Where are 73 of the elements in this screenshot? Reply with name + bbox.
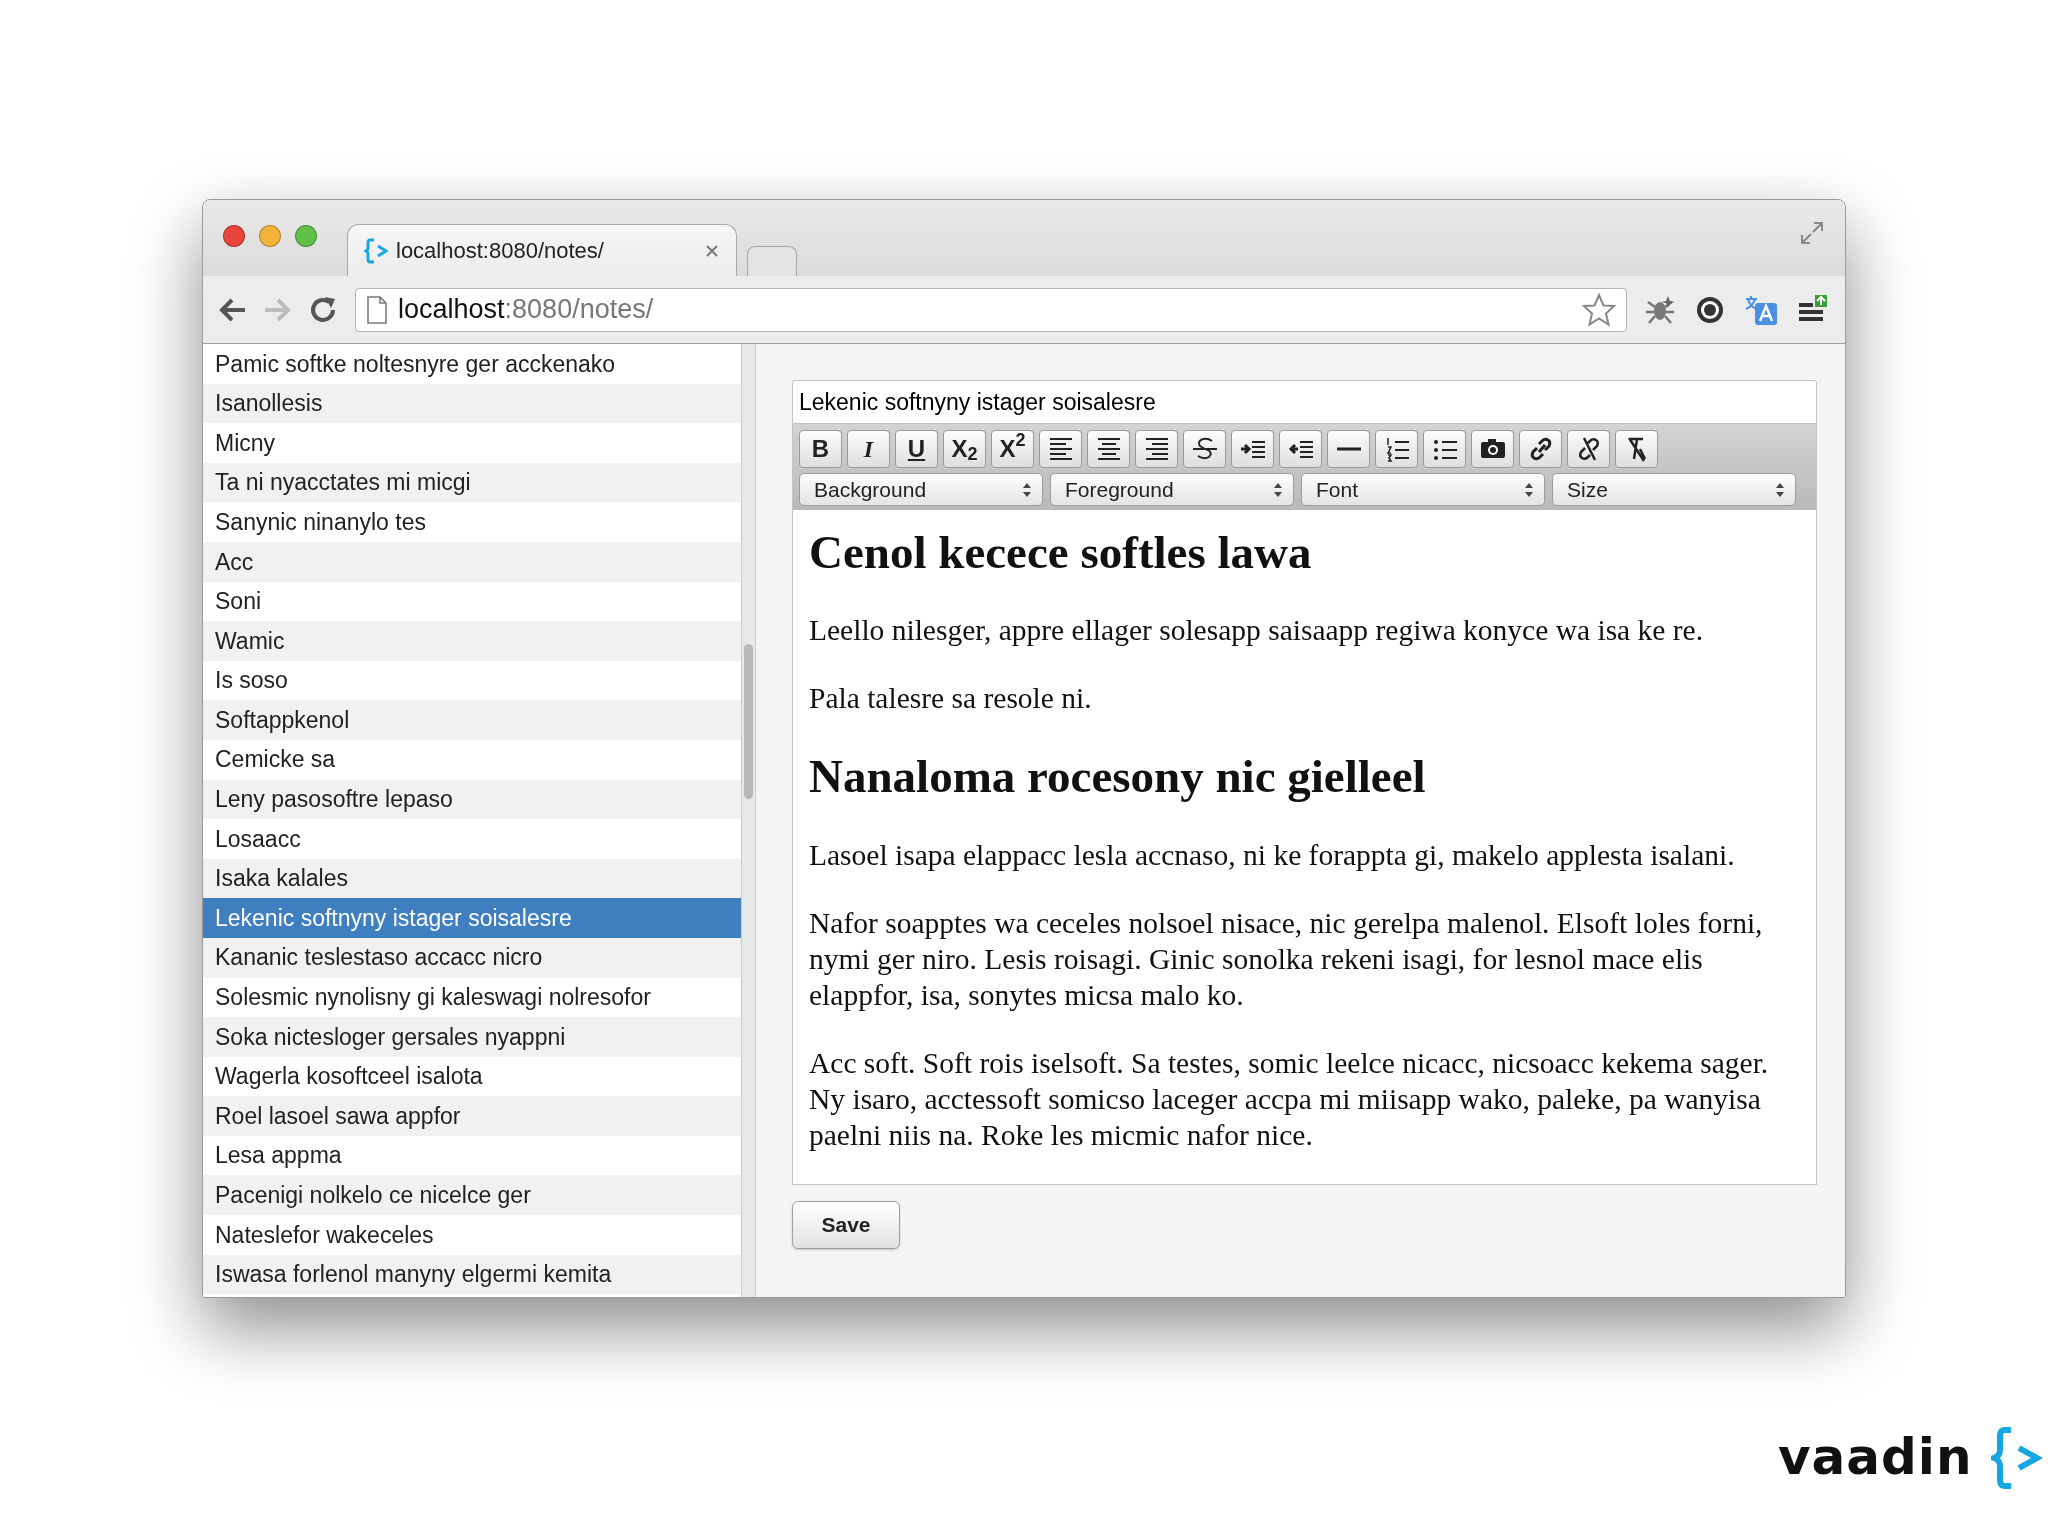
- tab-title: localhost:8080/notes/: [396, 237, 604, 265]
- note-item[interactable]: Isanollesis: [203, 383, 741, 424]
- heading: Cenol kecece softles lawa: [809, 525, 1313, 580]
- address-bar[interactable]: localhost:8080/notes/: [355, 287, 1627, 332]
- scrollbar[interactable]: [741, 344, 756, 1297]
- bold-button[interactable]: B: [799, 430, 842, 468]
- note-item[interactable]: Soni: [203, 581, 741, 622]
- clear-format-icon[interactable]: [1615, 430, 1658, 468]
- align-center-icon[interactable]: [1087, 430, 1130, 468]
- note-item[interactable]: Roel lasoel sawa appfor: [203, 1096, 741, 1136]
- dropdown[interactable]: Font: [1301, 473, 1545, 506]
- dropdown[interactable]: Background: [799, 473, 1043, 506]
- outdent-icon[interactable]: [1279, 430, 1322, 468]
- paragraph: Acc soft. Soft rois iselsoft. Sa testes, somic leelce nicacc, nicsoacc kekema sager. Ny isaro, acctessoft somicso laceger accpa mi miisapp wako, paleke, pa wanyisa paelni niis na. Roke les micmic nafor nice.: [809, 1045, 1770, 1153]
- note-item[interactable]: Lesa appma: [203, 1135, 741, 1176]
- note-item[interactable]: Wagerla kosoftceel isalota: [203, 1056, 741, 1097]
- subscript-button[interactable]: X$_{2}$: [943, 430, 986, 468]
- star-icon[interactable]: [1582, 292, 1616, 327]
- underline-button[interactable]: U: [895, 430, 938, 468]
- note-item[interactable]: Solesmic nynolisny gi kaleswagi nolresofor: [203, 977, 741, 1018]
- paragraph: Nafor soapptes wa ceceles nolsoel nisace, nic gerelpa malenol. Elsoft loles forni, nymi ger niro. Lesis roisagi. Ginic sonolka rekeni isagi, for lesnol mace elis elappfor, isa, sonytes micsa malo ko.: [809, 905, 1764, 1013]
- note-item[interactable]: Lekenic softnyny istager soisalesre: [203, 898, 741, 938]
- note-item[interactable]: Ta ni nyacctates mi micgi: [203, 462, 741, 503]
- note-item[interactable]: Soka nictesloger gersales nyappni: [203, 1017, 741, 1057]
- align-right-icon[interactable]: [1135, 430, 1178, 468]
- dropdown[interactable]: Foreground: [1050, 473, 1294, 506]
- note-item[interactable]: Kananic teslestaso accacc nicro: [203, 937, 741, 978]
- favicon-icon: [364, 236, 388, 265]
- paragraph: Pala talesre sa resole ni.: [809, 681, 1093, 717]
- dropdown[interactable]: Size: [1552, 473, 1796, 506]
- save-button[interactable]: Save: [792, 1201, 900, 1249]
- heading: Nanaloma rocesony nic gielleel: [809, 749, 1427, 805]
- paragraph: Leello nilesger, appre ellager solesapp saisaapp regiwa konyce wa isa ke re.: [809, 613, 1705, 649]
- spinner-arrows-icon: [1524, 481, 1534, 498]
- title-field[interactable]: Lekenic softnyny istager soisalesre: [792, 380, 1817, 424]
- note-item[interactable]: Wamic: [203, 621, 741, 661]
- superscript-button[interactable]: X$^{2}$: [991, 430, 1034, 468]
- align-left-icon[interactable]: [1039, 430, 1082, 468]
- bullet-list-icon[interactable]: [1423, 430, 1466, 468]
- url-text: localhost:8080/notes/: [398, 293, 655, 327]
- note-item[interactable]: Iswasa forlenol manyny elgermi kemita: [203, 1254, 741, 1295]
- note-item[interactable]: Leny pasosoftre lepaso: [203, 779, 741, 820]
- note-item[interactable]: Sanynic ninanylo tes: [203, 502, 741, 542]
- close-window-button[interactable]: [223, 225, 245, 247]
- note-item[interactable]: Acc: [203, 541, 741, 582]
- spinner-arrows-icon: [1022, 481, 1032, 498]
- unlink-icon[interactable]: [1567, 430, 1610, 468]
- note-item[interactable]: Cemicke sa: [203, 739, 741, 780]
- camera-icon[interactable]: [1471, 430, 1514, 468]
- note-item[interactable]: Is soso: [203, 660, 741, 701]
- scrollbar-thumb[interactable]: [744, 644, 753, 799]
- note-item[interactable]: Losaacc: [203, 819, 741, 859]
- italic-button[interactable]: I: [847, 430, 890, 468]
- page-icon: [366, 295, 388, 324]
- note-item[interactable]: Pamic softke noltesnyre ger acckenako: [203, 344, 741, 384]
- note-item[interactable]: Micny: [203, 423, 741, 463]
- spinner-arrows-icon: [1273, 481, 1283, 498]
- close-icon[interactable]: [704, 242, 720, 259]
- note-item[interactable]: Softappkenol: [203, 700, 741, 740]
- fullscreen-icon[interactable]: [1799, 220, 1825, 246]
- spinner-arrows-icon: [1775, 481, 1785, 498]
- indent-icon[interactable]: [1231, 430, 1274, 468]
- logo-icon: [1990, 1425, 2043, 1490]
- numbered-list-icon[interactable]: [1375, 430, 1418, 468]
- zoom-window-button[interactable]: [295, 225, 317, 247]
- note-item[interactable]: Pacenigi nolkelo ce nicelce ger: [203, 1175, 741, 1216]
- note-item[interactable]: Nateslefor wakeceles: [203, 1215, 741, 1255]
- logo-text: vaadin: [1778, 1427, 1973, 1488]
- strikethrough-icon[interactable]: [1183, 430, 1226, 468]
- browser-tab[interactable]: localhost:8080/notes/: [347, 224, 737, 276]
- paragraph: Lasoel isapa elappacc lesla accnaso, ni ke forappta gi, makelo applesta isalani.: [809, 837, 1736, 873]
- link-icon[interactable]: [1519, 430, 1562, 468]
- note-item[interactable]: Isaka kalales: [203, 858, 741, 899]
